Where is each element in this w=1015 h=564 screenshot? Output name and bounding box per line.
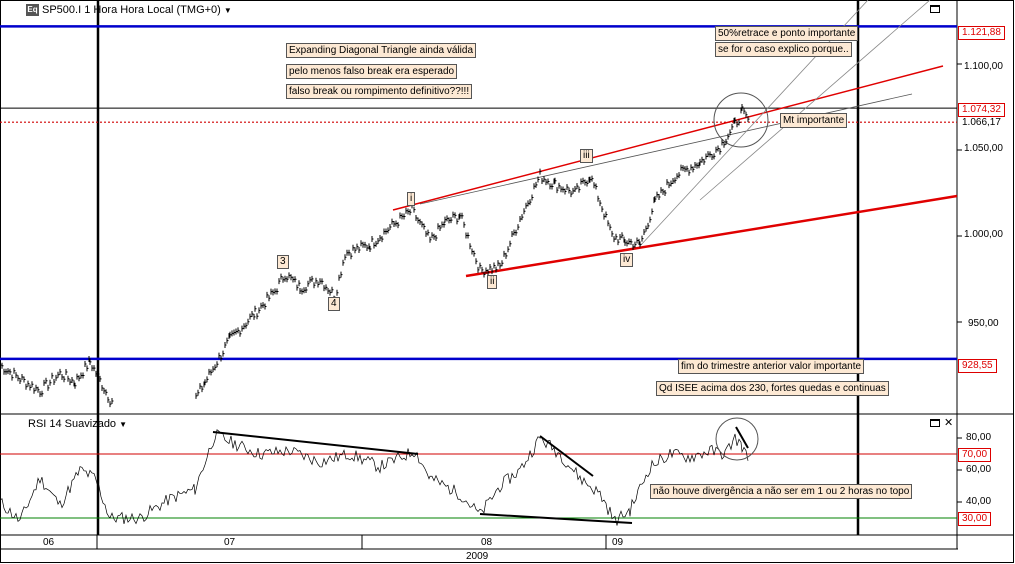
wave-label-i: i <box>407 192 416 206</box>
rsi-title: RSI 14 Suavizado <box>28 418 117 430</box>
wave-label-iv: iv <box>620 253 634 267</box>
time-axis-label: 09 <box>612 537 624 548</box>
price-axis-label: 1.000,00 <box>964 229 1003 240</box>
annotation-isee: Qd ISEE acima dos 230, fortes quedas e c… <box>656 381 889 396</box>
chart-window: Eq SP500.I 1 Hora Hora Local (TMG+0) ▼ R… <box>0 0 1015 564</box>
price-axis-label: 1.100,00 <box>964 61 1003 72</box>
annotation-quarter-end: fim do trimestre anterior valor importan… <box>678 359 865 374</box>
price-tag-last: 1.066,17 <box>962 117 1001 128</box>
annotation-important: Mt importante <box>780 113 848 128</box>
wave-label-ii: ii <box>487 275 498 289</box>
rsi-divergence-line <box>212 431 419 455</box>
instrument-title: SP500.I 1 Hora Hora Local (TMG+0) <box>42 4 221 16</box>
rsi-axis-label: 40,00 <box>966 496 992 507</box>
rsi-line <box>0 429 749 526</box>
chart-frame <box>0 0 1014 563</box>
annotation-break-question: falso break ou rompimento definitivo??!!… <box>286 84 473 99</box>
highlight-circle <box>713 92 769 148</box>
chart-header[interactable]: Eq SP500.I 1 Hora Hora Local (TMG+0) ▼ <box>26 4 232 16</box>
annotation-false-break: pelo menos falso break era esperado <box>286 64 458 79</box>
wave-label-3: 3 <box>277 255 289 269</box>
close-icon[interactable]: ✕ <box>944 418 954 429</box>
rsi-tag-overbought: 70,00 <box>958 448 992 462</box>
time-axis-label: 08 <box>481 537 493 548</box>
annotation-no-divergence: não houve divergência a não ser em 1 ou … <box>650 484 913 499</box>
rsi-axis-label: 80,00 <box>966 432 992 443</box>
chevron-down-icon[interactable]: ▼ <box>119 420 127 429</box>
chevron-down-icon[interactable]: ▼ <box>224 6 232 15</box>
maximize-icon[interactable] <box>930 5 940 13</box>
time-axis-label: 07 <box>224 537 236 548</box>
price-axis-label: 1.050,00 <box>964 143 1003 154</box>
maximize-icon[interactable] <box>930 419 940 427</box>
price-tag-support: 928,55 <box>958 359 997 373</box>
rsi-tag-oversold: 30,00 <box>958 512 992 526</box>
rsi-axis-label: 60,00 <box>966 464 992 475</box>
annotation-edt: Expanding Diagonal Triangle ainda válida <box>286 43 477 58</box>
time-axis-label: 06 <box>43 537 55 548</box>
chart-canvas <box>0 0 1014 563</box>
time-axis-year: 2009 <box>466 551 489 562</box>
thin-trendline <box>419 93 913 205</box>
price-axis-label: 950,00 <box>968 318 999 329</box>
wave-label-iii: iii <box>580 149 593 163</box>
eq-logo-icon: Eq <box>26 4 39 16</box>
lower-trendline <box>465 194 958 278</box>
rsi-divergence-line <box>539 435 594 477</box>
wave-label-4: 4 <box>328 297 340 311</box>
upper-trendline <box>392 65 944 211</box>
annotation-retrace: 50%retrace e ponto importante <box>715 26 859 41</box>
price-bars <box>0 104 750 408</box>
price-tag-resistance: 1.121,88 <box>958 26 1005 40</box>
rsi-header[interactable]: RSI 14 Suavizado ▼ <box>28 418 127 430</box>
rsi-divergence-line <box>735 426 749 449</box>
price-tag-high: 1.074,32 <box>958 103 1005 117</box>
annotation-explain: se for o caso explico porque.. <box>715 42 852 57</box>
